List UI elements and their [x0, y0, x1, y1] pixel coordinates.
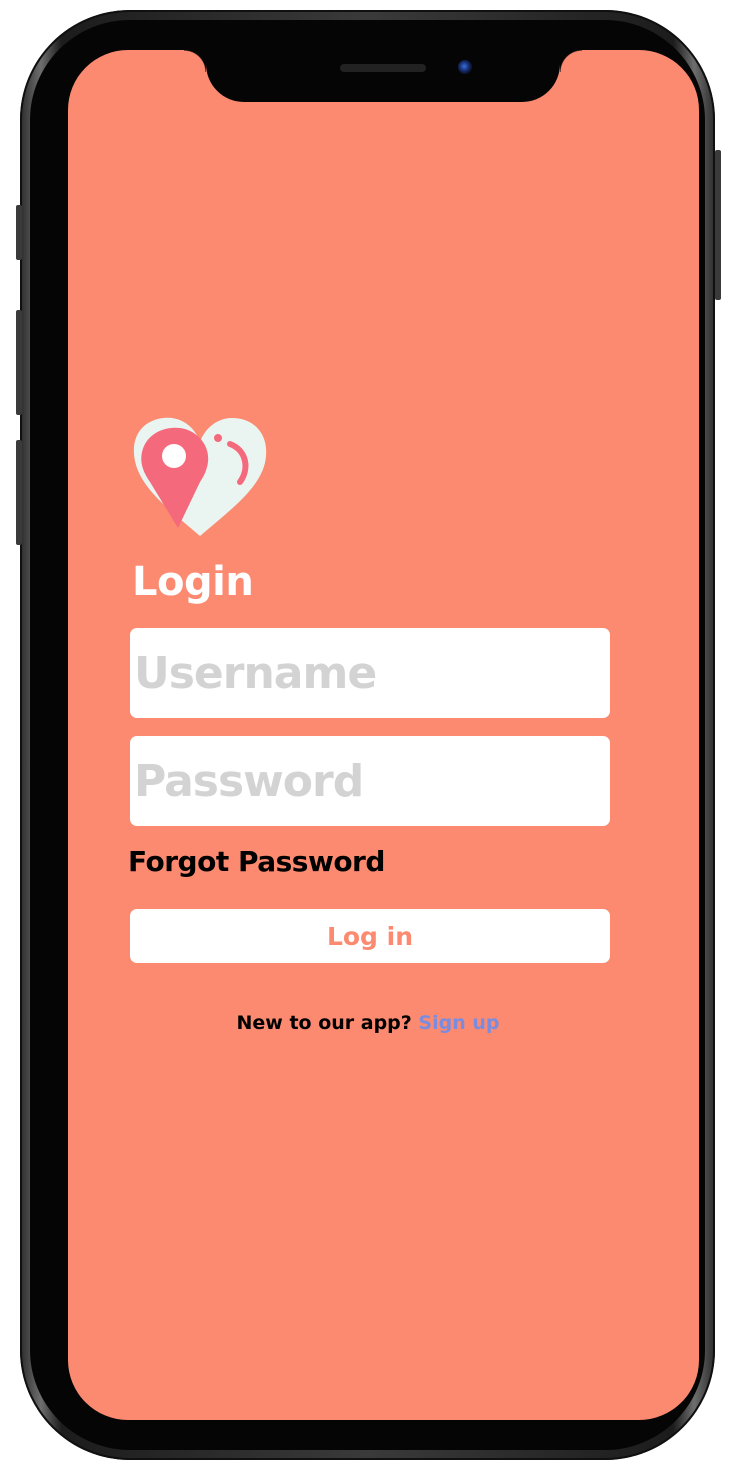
volume-down-button [16, 440, 22, 545]
password-field[interactable] [130, 736, 610, 826]
signup-prompt: New to our app? Sign up [68, 1008, 668, 1038]
username-input[interactable] [134, 628, 610, 718]
notch [184, 50, 582, 102]
app-screen: Login Forgot Password Log in New to our … [68, 50, 699, 1420]
front-camera-icon [458, 60, 472, 74]
forgot-password-link[interactable]: Forgot Password [128, 842, 385, 882]
volume-up-button [16, 310, 22, 415]
speaker-grille [340, 64, 426, 72]
signup-link[interactable]: Sign up [418, 1012, 499, 1034]
power-button [715, 150, 721, 300]
signup-prompt-text: New to our app? [236, 1012, 419, 1034]
page-title: Login [132, 559, 254, 605]
login-button[interactable]: Log in [130, 909, 610, 963]
heart-location-pin-icon [130, 412, 270, 540]
username-field[interactable] [130, 628, 610, 718]
device-mockup: Login Forgot Password Log in New to our … [0, 0, 735, 1462]
password-input[interactable] [134, 736, 610, 826]
mute-switch [16, 205, 22, 260]
